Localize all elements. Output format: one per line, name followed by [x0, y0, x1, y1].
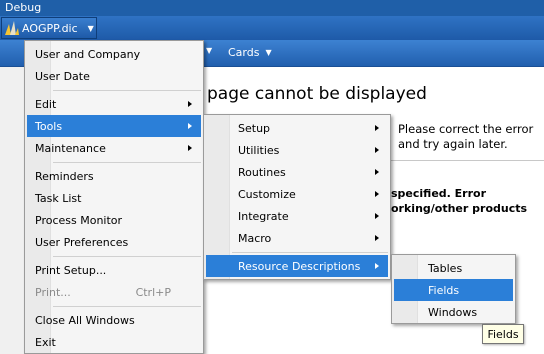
error-details-line: orking/other products [391, 202, 528, 215]
menu-item-maintenance[interactable]: Maintenance [27, 137, 201, 159]
chevron-down-icon: ▼ [206, 46, 213, 55]
menu-item-user-preferences[interactable]: User Preferences [27, 231, 201, 253]
submenu-arrow-icon [375, 125, 379, 131]
menu-item-setup[interactable]: Setup [206, 117, 388, 139]
nav-item-hidden-caret[interactable]: ▼ [206, 46, 212, 55]
error-message: Please correct the error and try again l… [398, 122, 534, 151]
chevron-down-icon: ▼ [265, 48, 272, 57]
left-panel-strip [0, 67, 24, 354]
menu-item-label: Exit [35, 335, 56, 349]
submenu-arrow-icon [188, 123, 192, 129]
menu-item-label: Routines [238, 165, 286, 179]
menu-item-routines[interactable]: Routines [206, 161, 388, 183]
tools-submenu: Setup Utilities Routines Customize Integ… [203, 114, 391, 280]
window-title-bar: Debug [0, 0, 544, 16]
submenu-arrow-icon [375, 169, 379, 175]
menu-item-utilities[interactable]: Utilities [206, 139, 388, 161]
menu-separator [232, 252, 388, 253]
divider [390, 160, 544, 161]
error-details: specified. Error orking/other products [391, 186, 544, 216]
error-details-line: specified. Error [391, 187, 487, 200]
submenu-arrow-icon [375, 191, 379, 197]
menu-item-label: Utilities [238, 143, 280, 157]
menu-item-user-date[interactable]: User Date [27, 65, 201, 87]
menu-item-user-and-company[interactable]: User and Company [27, 43, 201, 65]
menu-item-label: Task List [35, 191, 82, 205]
menu-separator [53, 90, 201, 91]
tooltip-text: Fields [487, 327, 519, 341]
menu-item-tools[interactable]: Tools [27, 115, 201, 137]
submenu-arrow-icon [375, 263, 379, 269]
resource-descriptions-submenu: Tables Fields Windows [391, 254, 516, 324]
menu-item-macro[interactable]: Macro [206, 227, 388, 249]
menu-item-label: User and Company [35, 47, 141, 61]
menu-item-label: Edit [35, 97, 57, 111]
menu-item-label: Maintenance [35, 141, 106, 155]
dictionary-selector-button[interactable]: AOGPP.dic ▼ [1, 17, 97, 39]
menu-item-integrate[interactable]: Integrate [206, 205, 388, 227]
menu-item-label: User Date [35, 69, 90, 83]
menu-item-print[interactable]: Print... Ctrl+P [27, 281, 201, 303]
menu-item-reminders[interactable]: Reminders [27, 165, 201, 187]
menu-item-resource-descriptions[interactable]: Resource Descriptions [206, 255, 388, 277]
menu-item-label: Customize [238, 187, 296, 201]
page-title: page cannot be displayed [207, 84, 427, 104]
menu-item-label: Windows [428, 305, 478, 319]
chevron-down-icon: ▼ [87, 23, 94, 33]
gp-logo-icon [5, 21, 19, 35]
menu-item-task-list[interactable]: Task List [27, 187, 201, 209]
main-menu: User and Company User Date Edit Tools Ma… [24, 40, 204, 354]
submenu-arrow-icon [375, 235, 379, 241]
submenu-arrow-icon [375, 213, 379, 219]
menu-item-label: Print... [35, 285, 71, 299]
menu-item-edit[interactable]: Edit [27, 93, 201, 115]
nav-item-cards[interactable]: Cards ▼ [228, 46, 272, 59]
menu-separator [53, 306, 201, 307]
menu-item-label: Reminders [35, 169, 94, 183]
menu-item-label: Tools [35, 119, 63, 133]
dictionary-bar: AOGPP.dic ▼ [0, 16, 544, 40]
nav-item-label: Cards [228, 46, 260, 59]
submenu-arrow-icon [188, 145, 192, 151]
menu-item-fields[interactable]: Fields [394, 279, 513, 301]
menu-item-label: Print Setup... [35, 263, 107, 277]
window-title: Debug [5, 1, 42, 14]
menu-item-print-setup[interactable]: Print Setup... [27, 259, 201, 281]
menu-item-label: Resource Descriptions [238, 259, 361, 273]
submenu-arrow-icon [375, 147, 379, 153]
menu-item-customize[interactable]: Customize [206, 183, 388, 205]
menu-item-label: User Preferences [35, 235, 129, 249]
menu-separator [53, 162, 201, 163]
menu-item-tables[interactable]: Tables [394, 257, 513, 279]
menu-item-label: Close All Windows [35, 313, 135, 327]
menu-item-close-all-windows[interactable]: Close All Windows [27, 309, 201, 331]
menu-item-label: Macro [238, 231, 272, 245]
menu-item-process-monitor[interactable]: Process Monitor [27, 209, 201, 231]
menu-item-label: Process Monitor [35, 213, 123, 227]
menu-item-shortcut: Ctrl+P [135, 285, 171, 299]
menu-item-label: Integrate [238, 209, 289, 223]
menu-separator [53, 256, 201, 257]
menu-item-label: Setup [238, 121, 271, 135]
menu-item-label: Fields [428, 283, 460, 297]
menu-item-windows[interactable]: Windows [394, 301, 513, 323]
tooltip: Fields [482, 324, 524, 344]
dictionary-label: AOGPP.dic [22, 21, 78, 35]
menu-item-exit[interactable]: Exit [27, 331, 201, 353]
menu-item-label: Tables [428, 261, 463, 275]
submenu-arrow-icon [188, 101, 192, 107]
